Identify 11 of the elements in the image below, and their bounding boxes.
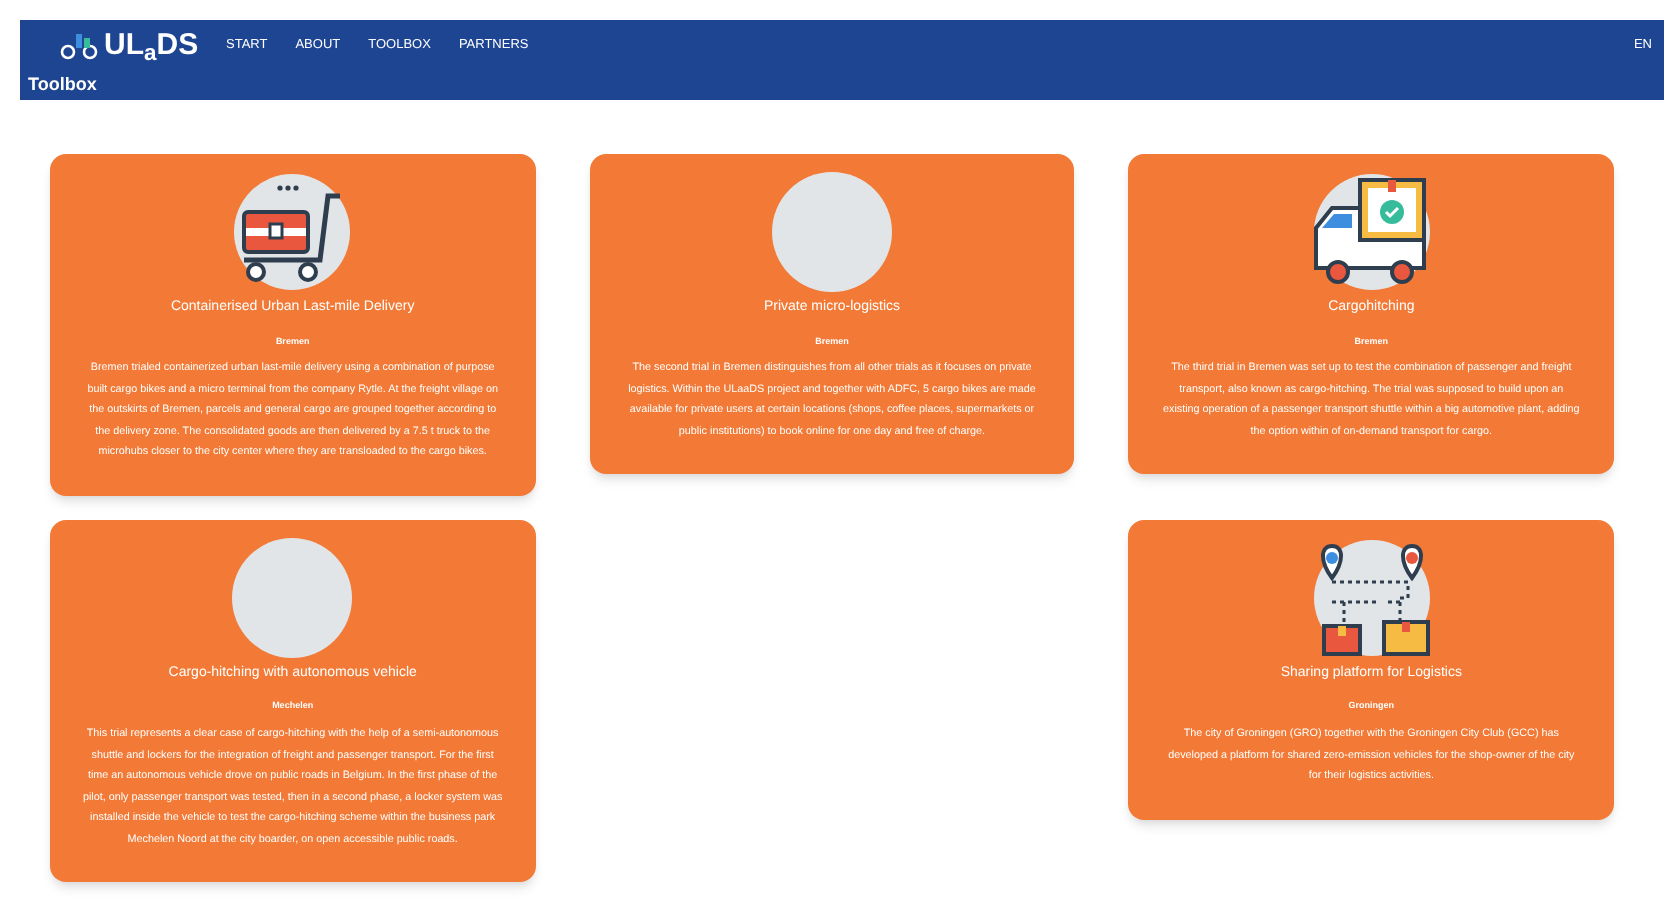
trial-card[interactable] (1128, 519, 1614, 819)
truck-icon (1311, 172, 1432, 292)
trial-card[interactable] (1128, 154, 1614, 475)
route-map-icon (1311, 537, 1432, 658)
logo[interactable]: UL$_{a}$DS (104, 30, 199, 60)
cart-icon (232, 172, 353, 292)
trial-card[interactable] (589, 154, 1075, 475)
trial-card[interactable] (50, 519, 536, 882)
page-title: Toolbox (26, 72, 99, 98)
trial-card[interactable] (50, 154, 536, 496)
cargo-bike-icon (60, 31, 100, 59)
